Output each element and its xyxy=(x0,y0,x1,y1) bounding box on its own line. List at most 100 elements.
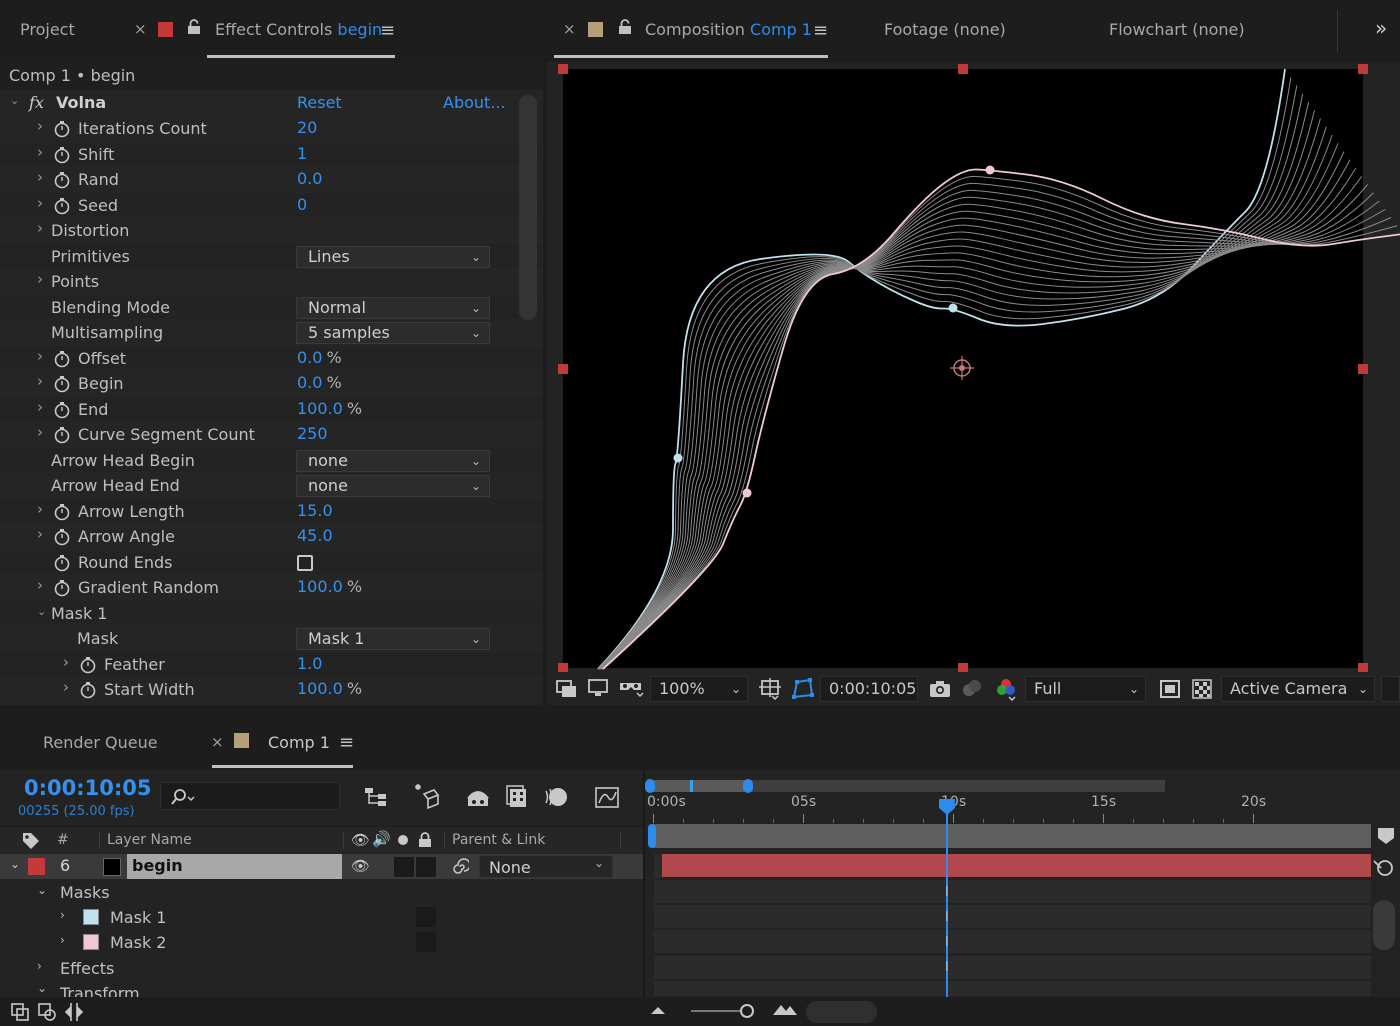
prop-dropdown[interactable]: none ⌄ xyxy=(296,475,490,497)
chevron-right-icon[interactable]: › xyxy=(37,500,43,518)
chevron-down-icon[interactable]: ⌄ xyxy=(37,605,46,618)
stopwatch-icon[interactable] xyxy=(53,554,71,572)
chevron-right-icon[interactable]: › xyxy=(37,372,43,390)
zoom-slider-thumb[interactable] xyxy=(740,1004,754,1018)
chevron-right-icon[interactable]: › xyxy=(60,933,65,947)
effect-header-row[interactable]: ⌄ fx Volna Reset About... xyxy=(0,90,543,116)
solo-toggle[interactable] xyxy=(394,857,414,877)
effect-prop-seed[interactable]: › Seed 0 xyxy=(0,192,543,218)
zoom-select[interactable]: 100% ⌄ xyxy=(650,676,748,702)
layer-handle[interactable] xyxy=(558,64,568,74)
stopwatch-icon[interactable] xyxy=(53,426,71,444)
prop-value[interactable]: 100.0% xyxy=(297,399,362,418)
stopwatch-icon[interactable] xyxy=(53,120,71,138)
view-layout-select[interactable] xyxy=(1381,676,1400,702)
composition-viewer[interactable] xyxy=(558,64,1400,673)
lock-toggle[interactable] xyxy=(416,857,436,877)
mask-vertex[interactable] xyxy=(742,488,752,498)
parent-select[interactable]: None ⌄ xyxy=(479,855,613,878)
timeline-hscrollbar[interactable] xyxy=(806,1001,877,1023)
region-of-interest-icon[interactable] xyxy=(1160,680,1180,698)
close-tab-icon[interactable]: × xyxy=(211,733,224,751)
transform-group-row[interactable]: ⌄ Transform xyxy=(0,981,645,997)
zoom-in-icon[interactable] xyxy=(772,1001,798,1017)
playhead[interactable]: I I I I xyxy=(938,798,956,997)
panel-menu-icon[interactable]: ≡ xyxy=(380,20,395,41)
chevron-down-icon[interactable]: ⌄ xyxy=(37,883,47,897)
effect-prop-gradient-random[interactable]: › Gradient Random 100.0% xyxy=(0,575,543,601)
label-tag-icon[interactable] xyxy=(22,832,40,850)
prop-value[interactable]: 1.0 xyxy=(297,654,322,673)
reset-link[interactable]: Reset xyxy=(297,93,342,112)
stopwatch-icon[interactable] xyxy=(53,375,71,393)
effect-prop-arrow-angle[interactable]: › Arrow Angle 45.0 xyxy=(0,524,543,550)
3d-glasses-icon[interactable] xyxy=(619,679,645,699)
comp-marker-bin-icon[interactable] xyxy=(1376,826,1396,846)
layer-label-color[interactable] xyxy=(28,858,45,875)
stopwatch-icon[interactable] xyxy=(53,350,71,368)
chevron-right-icon[interactable]: › xyxy=(37,117,43,135)
column-parent-link[interactable]: Parent & Link xyxy=(452,832,545,848)
prop-value[interactable]: 1 xyxy=(297,144,307,163)
effect-prop-arrow-head-end[interactable]: Arrow Head End none ⌄ xyxy=(0,473,543,499)
panel-menu-icon[interactable]: ≡ xyxy=(339,732,354,753)
prop-dropdown[interactable]: Normal ⌄ xyxy=(296,296,490,319)
close-tab-icon[interactable]: × xyxy=(563,20,576,38)
prop-value[interactable]: 20 xyxy=(297,118,317,137)
navigator-start-handle[interactable] xyxy=(645,779,655,793)
audio-column-icon[interactable]: 🔊 xyxy=(372,830,391,848)
masks-group-row[interactable]: ⌄ Masks xyxy=(0,880,645,905)
prop-checkbox[interactable] xyxy=(297,554,313,571)
layer-handle[interactable] xyxy=(558,364,568,374)
lock-column-icon[interactable] xyxy=(418,832,432,848)
effect-prop-mask-1[interactable]: ⌄ Mask 1 xyxy=(0,600,543,626)
layer-handle[interactable] xyxy=(1358,364,1368,374)
chevron-right-icon[interactable]: › xyxy=(37,219,43,237)
chevron-right-icon[interactable]: › xyxy=(37,143,43,161)
chevron-right-icon[interactable]: › xyxy=(37,270,43,288)
chevron-right-icon[interactable]: › xyxy=(63,653,69,671)
prop-value[interactable]: 250 xyxy=(297,424,328,443)
column-number[interactable]: # xyxy=(57,832,69,848)
eye-column-icon[interactable]: 👁 xyxy=(351,831,370,849)
chevron-right-icon[interactable]: › xyxy=(63,678,69,696)
effect-prop-rand[interactable]: › Rand 0.0 xyxy=(0,167,543,193)
effect-prop-curve-segment-count[interactable]: › Curve Segment Count 250 xyxy=(0,422,543,448)
prop-value[interactable]: 45.0 xyxy=(297,526,333,545)
stopwatch-icon[interactable] xyxy=(53,528,71,546)
mask-vertex[interactable] xyxy=(948,303,958,313)
layer-handle[interactable] xyxy=(1358,64,1368,74)
layer-handle[interactable] xyxy=(958,64,968,74)
prop-dropdown[interactable]: Lines ⌄ xyxy=(296,245,490,268)
effect-prop-begin[interactable]: › Begin 0.0% xyxy=(0,371,543,397)
preview-toggle-icon[interactable] xyxy=(556,680,578,698)
grid-guides-icon[interactable] xyxy=(759,678,781,700)
tab-comp[interactable]: Comp 1 xyxy=(268,733,330,752)
mask2-color-swatch[interactable] xyxy=(83,934,99,950)
transfer-controls-icon[interactable] xyxy=(37,1002,57,1022)
work-area-bar[interactable] xyxy=(654,824,1371,848)
layer-name-field[interactable]: begin xyxy=(127,854,342,879)
snapshot-camera-icon[interactable] xyxy=(929,680,951,698)
tab-composition[interactable]: Composition Comp 1 xyxy=(645,20,812,39)
chevron-down-icon[interactable]: ⌄ xyxy=(10,857,20,871)
layer-duration-bar[interactable] xyxy=(654,854,1371,878)
graph-editor-icon[interactable] xyxy=(594,784,620,810)
unlock-icon[interactable] xyxy=(187,19,201,35)
prop-value[interactable]: 15.0 xyxy=(297,501,333,520)
navigator-end-handle[interactable] xyxy=(743,779,753,793)
monitor-icon[interactable] xyxy=(588,679,608,697)
mask-vertex[interactable] xyxy=(985,165,995,175)
tab-project[interactable]: Project xyxy=(20,20,75,39)
layer-switches-icon[interactable] xyxy=(10,1002,30,1022)
time-ruler[interactable]: 0:00s05s10s15s20s xyxy=(645,794,1385,824)
chevron-right-icon[interactable]: › xyxy=(37,168,43,186)
pick-whip-icon[interactable] xyxy=(451,858,469,876)
prop-value[interactable]: 100.0% xyxy=(297,577,362,596)
chevron-down-icon[interactable]: ⌄ xyxy=(10,94,19,107)
tab-footage[interactable]: Footage (none) xyxy=(884,20,1006,39)
prop-value[interactable]: 0.0% xyxy=(297,373,342,392)
chevron-right-icon[interactable]: › xyxy=(37,194,43,212)
fx-icon[interactable]: fx xyxy=(29,93,44,112)
prop-value[interactable]: 0.0 xyxy=(297,169,322,188)
